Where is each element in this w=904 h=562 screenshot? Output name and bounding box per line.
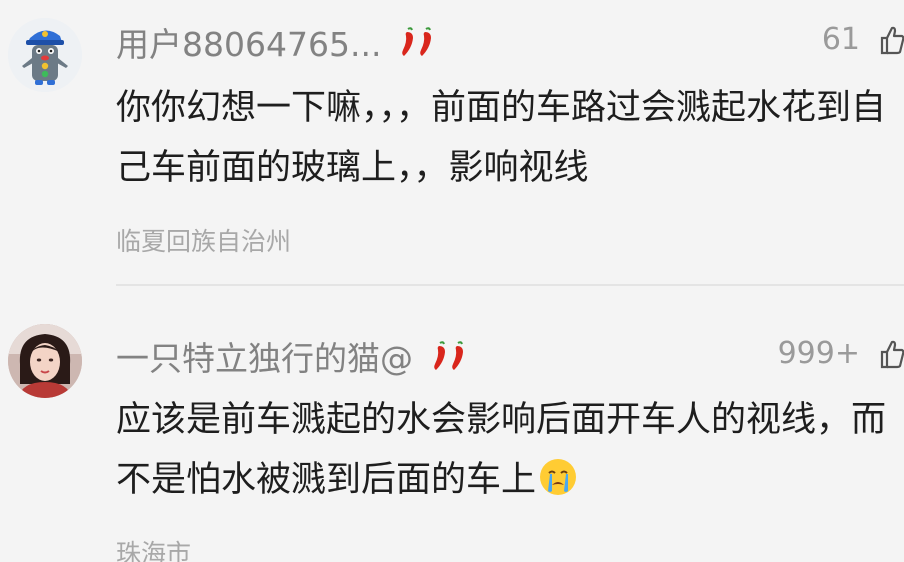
- comment-item: 用户88064765... 61 你你幻想一下嘛，，，前面的车路过会溅起水花到自…: [0, 0, 904, 284]
- location-label: 珠海市: [116, 539, 192, 562]
- chili-pepper-icon: [399, 26, 435, 58]
- thumbs-up-icon[interactable]: [878, 24, 904, 56]
- crying-face-emoji: [540, 459, 577, 495]
- avatar[interactable]: [8, 324, 82, 398]
- comment-text: 应该是前车溅起的水会影响后面开车人的视线，而不是怕水被溅到后面的车上: [116, 390, 888, 510]
- thumbs-up-icon[interactable]: [878, 338, 904, 370]
- comment-feed: 用户88064765... 61 你你幻想一下嘛，，，前面的车路过会溅起水花到自…: [0, 0, 904, 562]
- like-count: 999+: [777, 336, 860, 371]
- comment-text-content: 应该是前车溅起的水会影响后面开车人的视线，而不是怕水被溅到后面的车上: [116, 400, 887, 500]
- username-label: 一只特立独行的猫@: [116, 339, 413, 378]
- avatar[interactable]: [8, 18, 82, 92]
- username[interactable]: 一只特立独行的猫@: [116, 332, 467, 380]
- comment-text: 你你幻想一下嘛，，，前面的车路过会溅起水花到自己车前面的玻璃上，，影响视线: [116, 88, 887, 188]
- username-label: 用户88064765...: [116, 25, 382, 64]
- like-count: 61: [821, 22, 860, 57]
- username[interactable]: 用户88064765...: [116, 18, 435, 66]
- chili-pepper-icon: [431, 340, 467, 372]
- comment-item: 一只特立独行的猫@ 999+ 应该是前车溅起的水会影响后面开车人的视线，而不是怕…: [0, 286, 904, 562]
- location-label: 临夏回族自治州: [116, 227, 292, 256]
- traffic-light-mascot-avatar: [8, 18, 82, 92]
- user-photo-avatar: [8, 324, 82, 398]
